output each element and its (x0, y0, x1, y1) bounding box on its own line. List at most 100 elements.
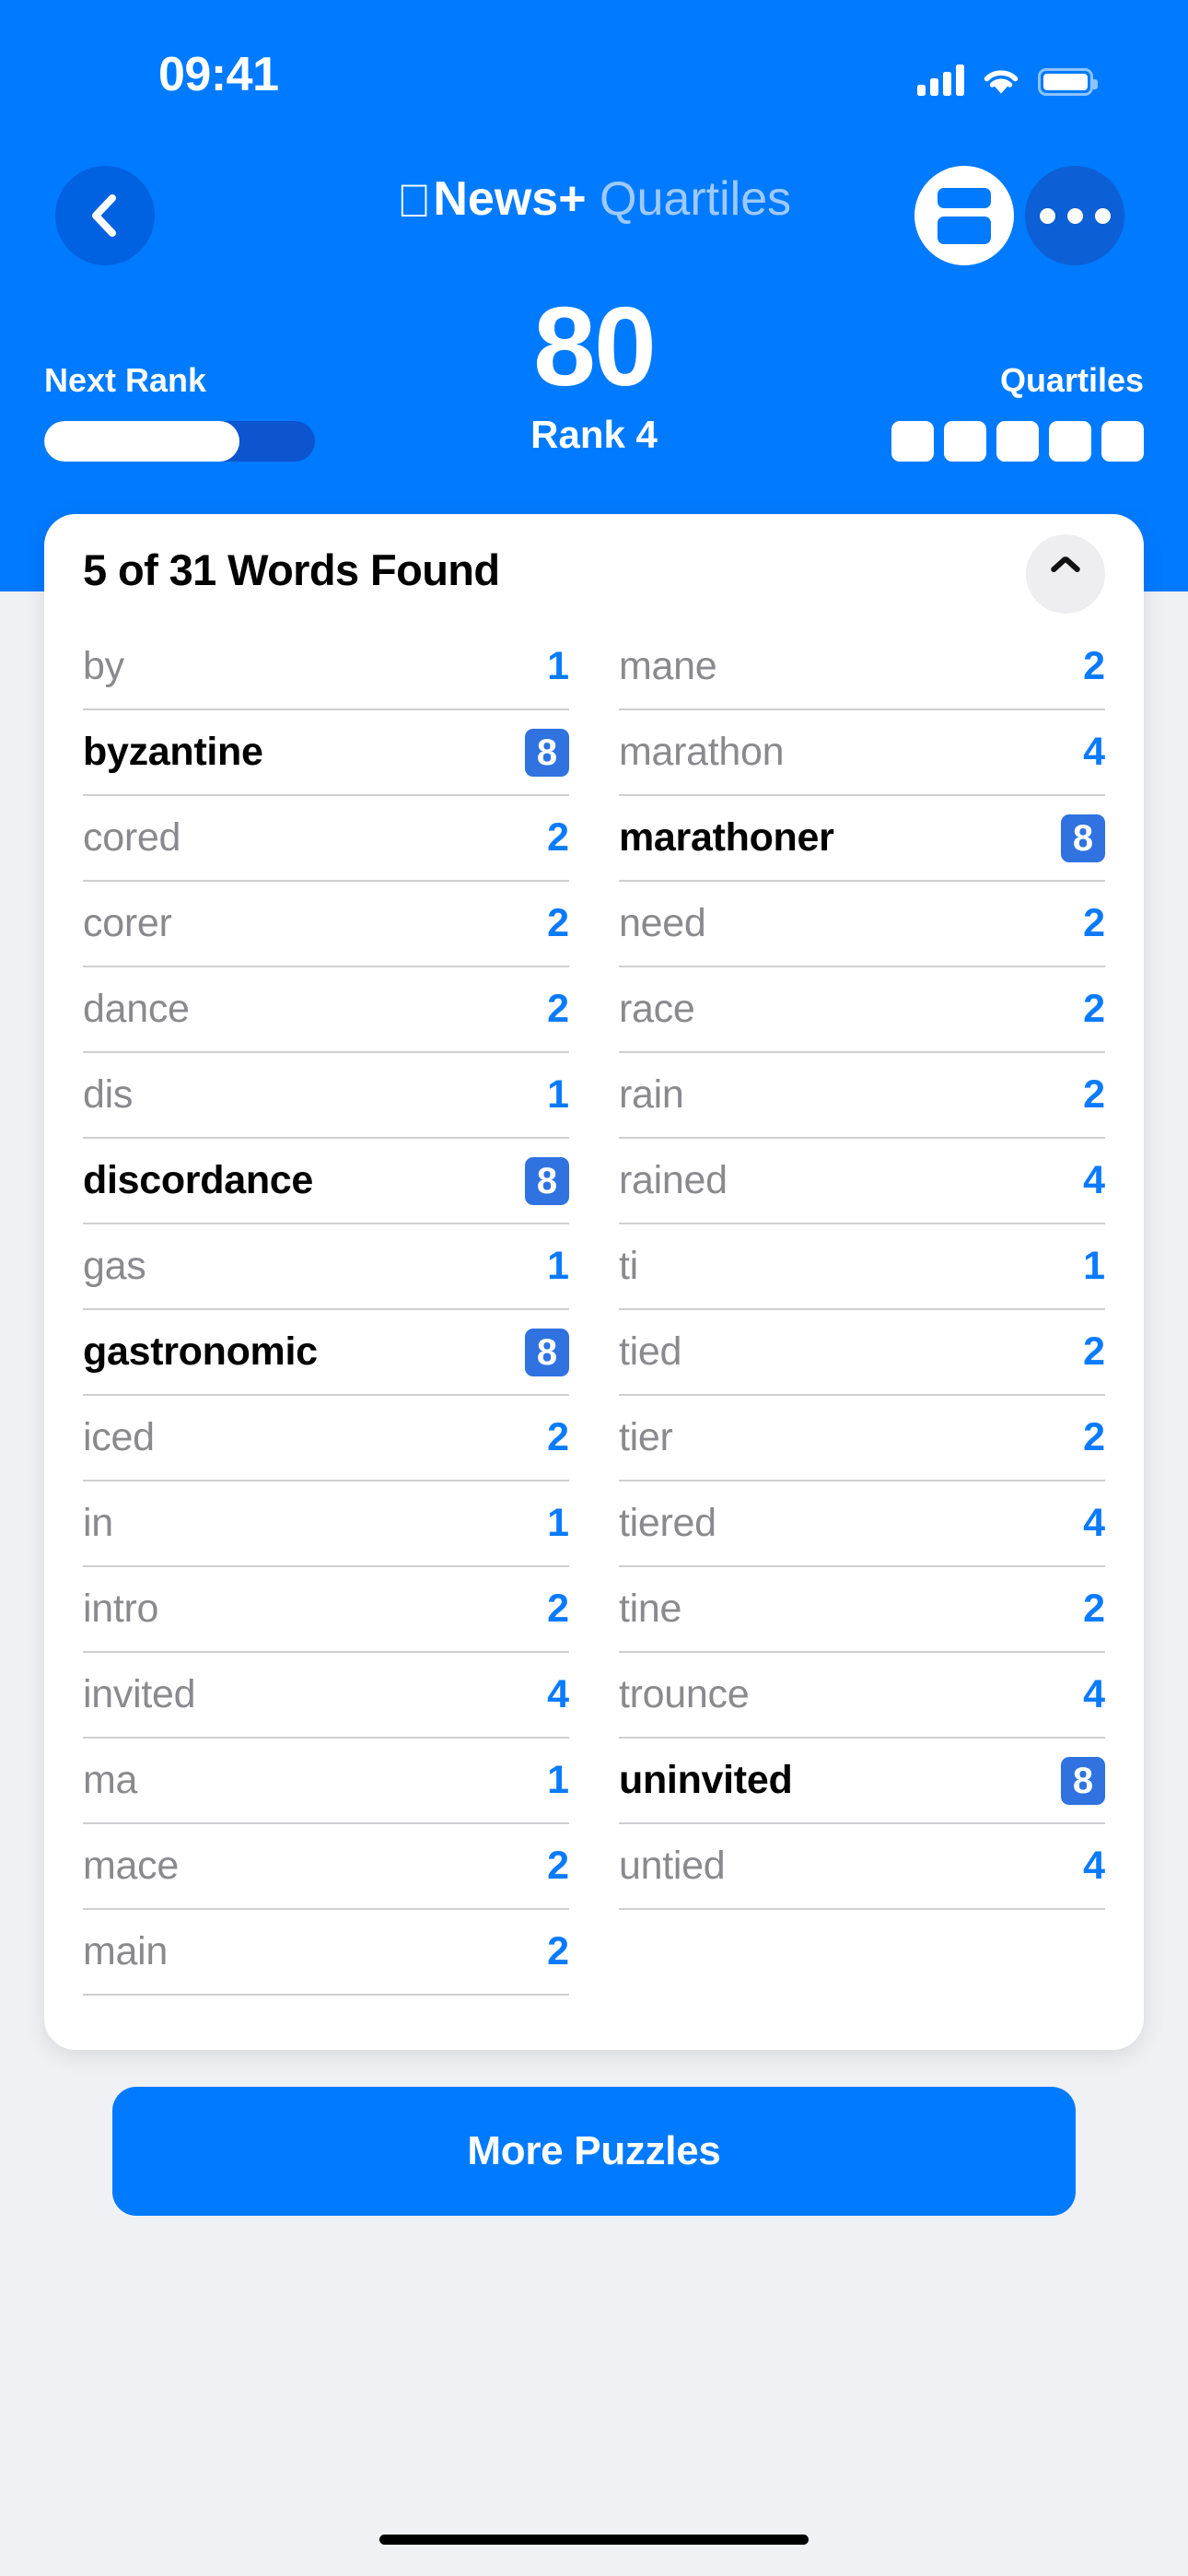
word-points: 2 (1083, 987, 1105, 1031)
word-row[interactable]: tine 2 (619, 1567, 1105, 1653)
home-indicator[interactable] (379, 2535, 809, 2545)
word-points: 2 (1083, 1415, 1105, 1459)
word-points-badge: 8 (1061, 814, 1105, 862)
word-row[interactable]: gas 1 (83, 1224, 569, 1310)
word-row[interactable]: dance 2 (83, 967, 569, 1053)
progress-bar-track (44, 421, 315, 462)
word-row[interactable]: invited 4 (83, 1653, 569, 1739)
word-points: 2 (547, 901, 569, 945)
word-row[interactable]: cored 2 (83, 796, 569, 882)
word-row[interactable]: mane 2 (619, 625, 1105, 710)
word-points: 2 (547, 1929, 569, 1973)
word-label: iced (83, 1415, 155, 1459)
word-points: 4 (1083, 730, 1105, 774)
word-points: 2 (1083, 901, 1105, 945)
word-points: 1 (1083, 1244, 1105, 1288)
word-list-icon (938, 187, 991, 244)
word-row[interactable]: trounce 4 (619, 1653, 1105, 1739)
word-row[interactable]: ma 1 (83, 1739, 569, 1824)
word-list-button[interactable] (914, 166, 1014, 265)
word-row[interactable]: rain 2 (619, 1053, 1105, 1139)
more-puzzles-button[interactable]: More Puzzles (112, 2087, 1076, 2216)
word-column: mane 2 marathon 4 marathoner 8 need 2 race 2 rain 2… (619, 625, 1105, 1996)
more-options-button[interactable] (1025, 166, 1124, 265)
word-points: 1 (547, 644, 569, 688)
word-points: 1 (547, 1501, 569, 1545)
word-label: marathoner (619, 815, 834, 860)
word-points: 2 (547, 1587, 569, 1631)
word-row[interactable]: need 2 (619, 882, 1105, 967)
word-row[interactable]: intro 2 (83, 1567, 569, 1653)
word-points: 4 (547, 1672, 569, 1716)
word-label: rain (619, 1072, 684, 1117)
cellular-signal-icon (917, 64, 964, 96)
app-screen: 09:41 News+ Quartiles (0, 0, 1188, 2576)
app-title-secondary: Quartiles (582, 172, 791, 226)
word-label: corer (83, 901, 172, 945)
word-row[interactable]: marathoner 8 (619, 796, 1105, 882)
word-label: discordance (83, 1158, 314, 1202)
word-label: gastronomic (83, 1329, 318, 1374)
word-points: 4 (1083, 1501, 1105, 1545)
word-points: 4 (1083, 1672, 1105, 1716)
word-row[interactable]: rained 4 (619, 1139, 1105, 1224)
word-label: tiered (619, 1501, 716, 1545)
word-points: 4 (1083, 1844, 1105, 1888)
words-card-header: 5 of 31 Words Found (44, 514, 1144, 625)
word-points: 2 (1083, 1587, 1105, 1631)
word-label: trounce (619, 1672, 750, 1716)
word-points: 2 (1083, 1072, 1105, 1117)
word-label: uninvited (619, 1758, 793, 1802)
word-row[interactable]: tied 2 (619, 1310, 1105, 1396)
word-label: dance (83, 987, 190, 1031)
word-row[interactable]: gastronomic 8 (83, 1310, 569, 1396)
word-points: 2 (1083, 644, 1105, 688)
word-row[interactable]: iced 2 (83, 1396, 569, 1481)
progress-bar-fill (44, 421, 239, 462)
word-points: 1 (547, 1072, 569, 1117)
word-row[interactable]: corer 2 (83, 882, 569, 967)
word-points: 1 (547, 1244, 569, 1288)
word-row[interactable]: in 1 (83, 1481, 569, 1567)
wifi-icon (981, 64, 1021, 96)
word-points: 2 (547, 1844, 569, 1888)
word-label: tier (619, 1415, 673, 1459)
word-row[interactable]: uninvited 8 (619, 1739, 1105, 1824)
status-bar: 09:41 (0, 0, 1188, 101)
word-points-badge: 8 (525, 1328, 569, 1376)
word-label: invited (83, 1672, 196, 1716)
word-row[interactable]: discordance 8 (83, 1139, 569, 1224)
word-row[interactable]: tiered 4 (619, 1481, 1105, 1567)
word-points: 4 (1083, 1158, 1105, 1202)
word-row[interactable]: byzantine 8 (83, 710, 569, 796)
word-label: main (83, 1929, 169, 1973)
word-label: tine (619, 1587, 682, 1631)
word-row[interactable]: dis 1 (83, 1053, 569, 1139)
word-column: by 1 byzantine 8 cored 2 corer 2 dance 2 dis 1 disco… (83, 625, 569, 1996)
word-points-badge: 8 (1061, 1756, 1105, 1805)
word-row[interactable]: mace 2 (83, 1824, 569, 1910)
word-row[interactable]: ti 1 (619, 1224, 1105, 1310)
word-row[interactable]: main 2 (83, 1910, 569, 1996)
word-label: need (619, 901, 706, 945)
collapse-card-button[interactable] (1026, 534, 1105, 614)
word-row[interactable]: tier 2 (619, 1396, 1105, 1481)
word-label: intro (83, 1587, 159, 1631)
word-points: 2 (547, 987, 569, 1031)
word-label: ti (619, 1244, 638, 1288)
quartile-box (1101, 421, 1144, 462)
word-row[interactable]: untied 4 (619, 1824, 1105, 1910)
ellipsis-icon (1039, 207, 1111, 224)
next-rank-label: Next Rank (44, 361, 207, 399)
word-row[interactable]: marathon 4 (619, 710, 1105, 796)
word-row[interactable]: race 2 (619, 967, 1105, 1053)
word-points: 2 (547, 1415, 569, 1459)
battery-icon (1038, 68, 1098, 96)
words-found-title: 5 of 31 Words Found (83, 544, 500, 594)
word-label: marathon (619, 730, 785, 774)
next-rank-progress: Next Rank (44, 364, 357, 462)
word-label: by (83, 644, 124, 688)
status-bar-time: 09:41 (158, 48, 279, 101)
word-list-grid: by 1 byzantine 8 cored 2 corer 2 dance 2 dis 1 disco… (44, 625, 1144, 1996)
word-row[interactable]: by 1 (83, 625, 569, 710)
